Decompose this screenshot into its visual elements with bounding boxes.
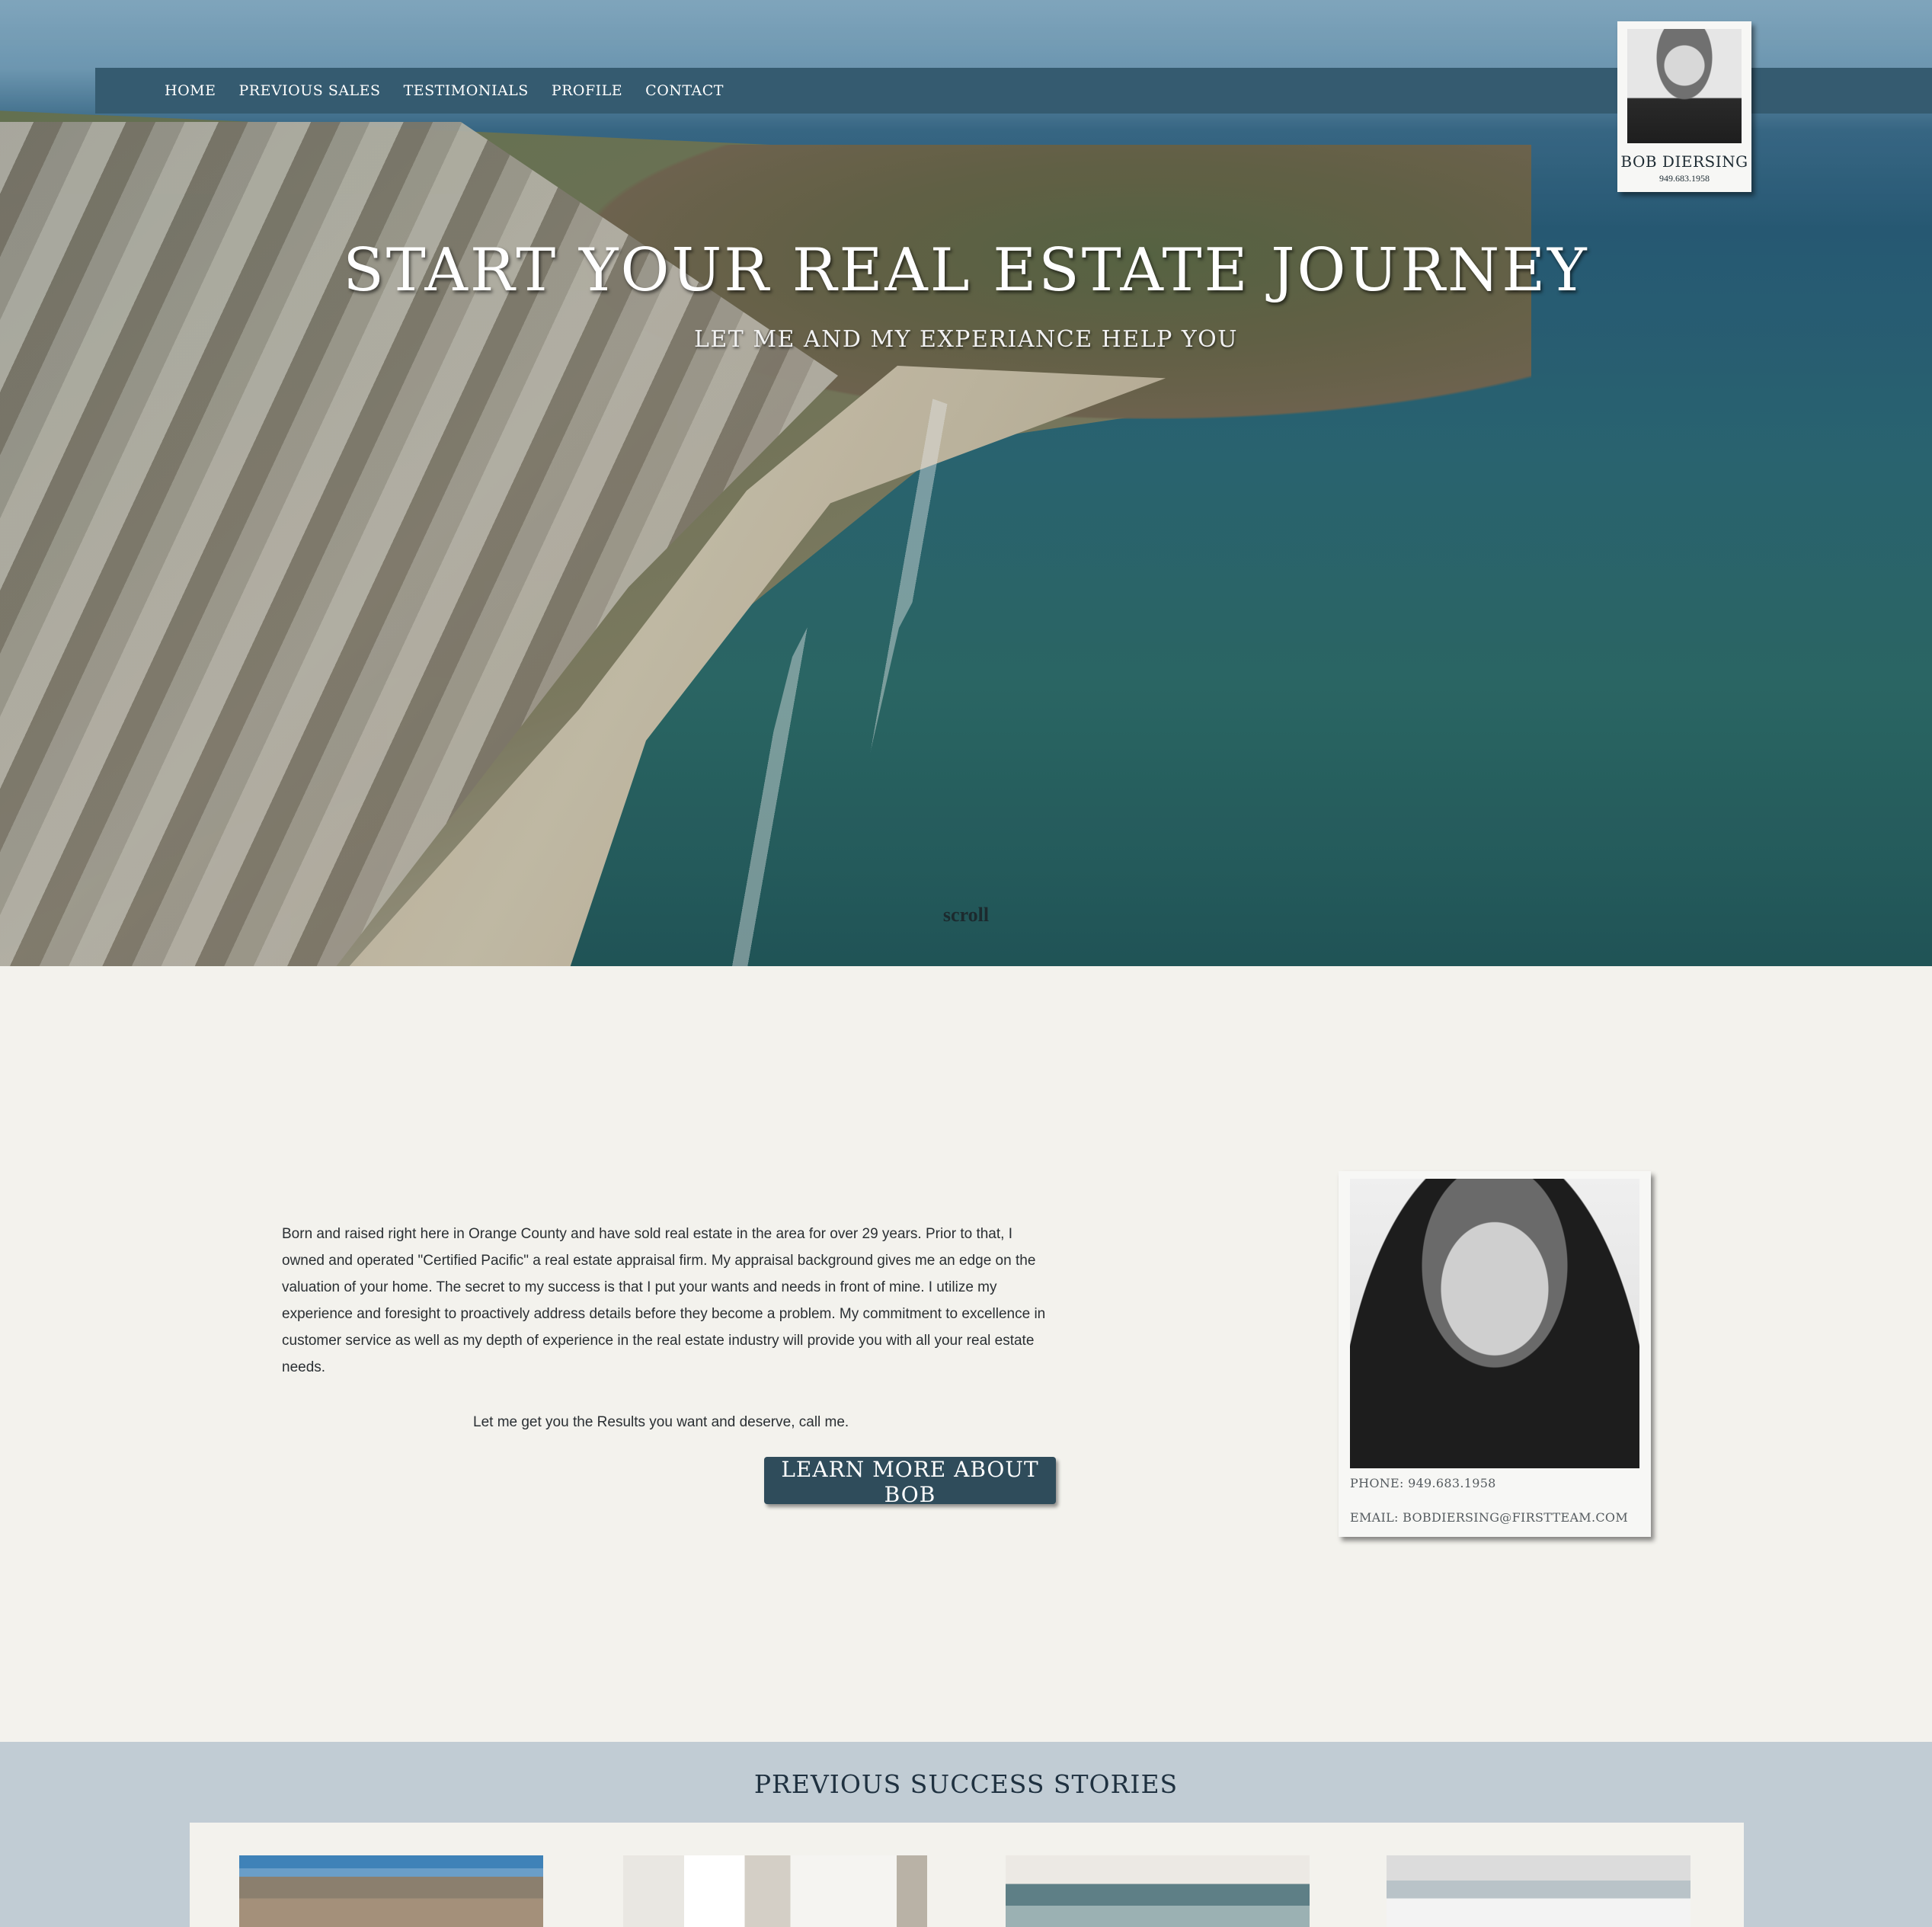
profile-card: PHONE: 949.683.1958 EMAIL: BOBDIERSING@F…: [1339, 1171, 1651, 1537]
nav-testimonials[interactable]: TESTIMONIALS: [404, 82, 529, 99]
success-thumbnail-3[interactable]: [1006, 1855, 1310, 1927]
nav-contact[interactable]: CONTACT: [645, 82, 724, 99]
profile-photo: [1350, 1179, 1639, 1468]
hero-title: START YOUR REAL ESTATE JOURNEY: [343, 236, 1589, 305]
success-stories-section: PREVIOUS SUCCESS STORIES: [0, 1742, 1932, 1927]
scroll-indicator[interactable]: scroll: [0, 904, 1932, 927]
profile-email[interactable]: EMAIL: BOBDIERSING@FIRSTTEAM.COM: [1350, 1510, 1639, 1525]
hero-subtitle: LET ME AND MY EXPERIANCE HELP YOU: [693, 326, 1239, 353]
nav-home[interactable]: HOME: [165, 82, 216, 99]
success-thumbnail-1[interactable]: [239, 1855, 543, 1927]
hero-section: HOME PREVIOUS SALES TESTIMONIALS PROFILE…: [0, 0, 1932, 966]
profile-phone[interactable]: PHONE: 949.683.1958: [1350, 1476, 1639, 1490]
about-paragraph: Born and raised right here in Orange Cou…: [282, 1226, 1046, 1375]
nav-profile[interactable]: PROFILE: [552, 82, 622, 99]
success-thumbnail-4[interactable]: [1387, 1855, 1690, 1927]
agent-badge-card[interactable]: BOB DIERSING 949.683.1958: [1617, 21, 1751, 192]
learn-more-button[interactable]: LEARN MORE ABOUT BOB: [764, 1457, 1056, 1507]
agent-phone: 949.683.1958: [1659, 173, 1710, 184]
success-thumbnail-2[interactable]: [623, 1855, 927, 1927]
agent-photo: [1627, 29, 1742, 143]
success-heading: PREVIOUS SUCCESS STORIES: [753, 1769, 1179, 1799]
success-panel: [190, 1823, 1744, 1927]
agent-name: BOB DIERSING: [1620, 152, 1748, 171]
about-cta-text: Let me get you the Results you want and …: [473, 1414, 849, 1430]
nav-previous-sales[interactable]: PREVIOUS SALES: [238, 82, 380, 99]
